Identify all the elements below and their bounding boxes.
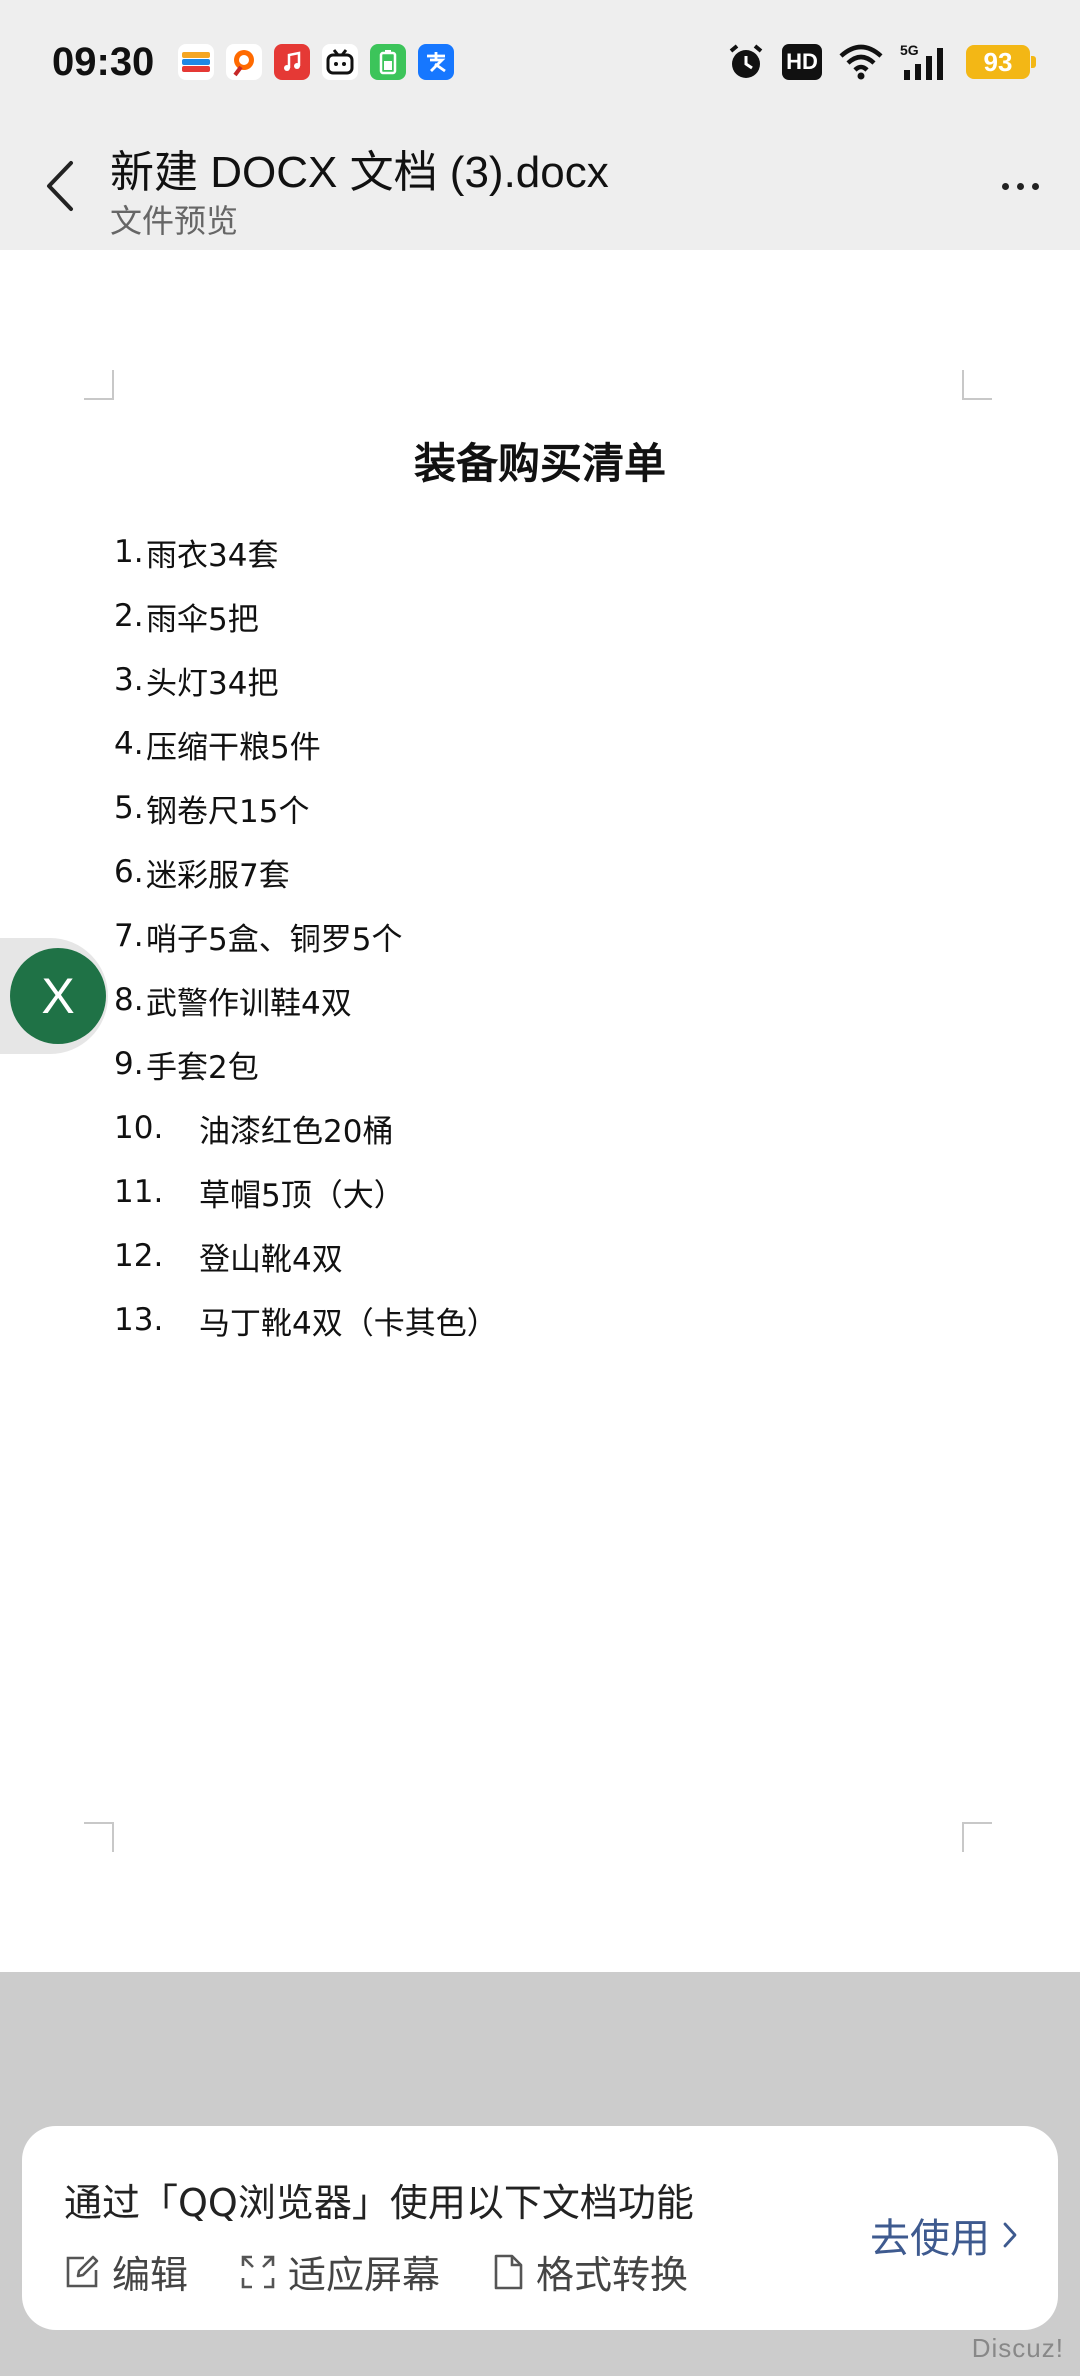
more-dot-icon [1001,182,1009,190]
promo-features: 编辑 适应屏幕 格式转换 [64,2244,740,2299]
page-title: 新建 DOCX 文档 (3).docx [110,148,609,197]
svg-text:5G: 5G [900,42,919,58]
wallet-app-icon [178,44,214,80]
promo-title: 通过「QQ浏览器」使用以下文档功能 [64,2181,694,2225]
feature-label: 格式转换 [536,2253,689,2297]
list-item: 13. 马丁靴4双（卡其色） [114,1288,498,1352]
more-dot-icon [1016,182,1024,190]
chevron-right-icon [1003,2222,1017,2248]
list-item: 5. 钢卷尺15个 [114,776,498,840]
document-heading: 装备购买清单 [413,439,666,488]
status-bar: 09:30 HD 5G 93 [0,0,1080,126]
list-item: 12. 登山靴4双 [114,1224,498,1288]
list-item: 10. 油漆红色20桶 [114,1096,498,1160]
wifi-icon [838,44,884,80]
list-item-number: 12. [114,1238,164,1274]
list-item: 7. 哨子5盒、铜罗5个 [114,904,498,968]
list-item-number: 13. [114,1302,164,1338]
list-item-number: 1. [114,534,144,570]
system-icons: HD 5G 93 [726,40,1036,84]
list-item-number: 7. [114,918,144,954]
list-item-number: 8. [114,982,144,1018]
notification-icons [178,44,454,80]
list-item: 4. 压缩干粮5件 [114,712,498,776]
feature-edit[interactable]: 编辑 [64,2244,188,2299]
list-item-number: 2. [114,598,144,634]
file-convert-icon [494,2254,523,2289]
list-item: 2. 雨伞5把 [114,584,498,648]
list-item-text: 马丁靴4双（卡其色） [199,1305,498,1342]
list-item-number: 4. [114,726,144,762]
list-item-text: 头灯34把 [146,665,279,702]
list-item-text: 登山靴4双 [199,1241,343,1278]
more-options-button[interactable] [990,156,1050,216]
list-item: 8. 武警作训鞋4双 [114,968,498,1032]
feature-label: 适应屏幕 [288,2253,441,2297]
hd-badge: HD [782,44,822,80]
list-item-number: 9. [114,1046,144,1082]
document-page[interactable]: 装备购买清单 1. 雨衣34套 2. 雨伞5把 3. 头灯34把 4. 压缩干粮5件 5… [0,250,1080,1972]
list-item: 9. 手套2包 [114,1032,498,1096]
list-item-text: 雨伞5把 [146,601,259,638]
watermark: Discuz! [971,2333,1064,2363]
go-use-button[interactable]: 去使用 [870,2206,1018,2264]
signal-icon: 5G [900,42,950,82]
chevron-left-icon [47,161,73,211]
bilibili-app-icon [322,44,358,80]
list-item-text: 雨衣34套 [146,537,279,574]
list-item-number: 5. [114,790,144,826]
list-item: 3. 头灯34把 [114,648,498,712]
battery-app-icon [370,44,406,80]
document-list: 1. 雨衣34套 2. 雨伞5把 3. 头灯34把 4. 压缩干粮5件 5. 钢卷尺15个… [114,520,498,1352]
back-button[interactable] [30,152,90,220]
list-item-number: 10. [114,1110,164,1146]
fit-screen-icon [241,2255,275,2288]
list-item-text: 哨子5盒、铜罗5个 [146,921,403,958]
alarm-icon [726,42,766,82]
list-item-number: 6. [114,854,144,890]
music-app-icon [274,44,310,80]
list-item: 11. 草帽5顶（大） [114,1160,498,1224]
list-item-text: 手套2包 [146,1049,259,1086]
more-dot-icon [1031,182,1039,190]
feature-format-convert[interactable]: 格式转换 [492,2244,688,2299]
page-corner-mark [84,370,114,400]
list-item-number: 11. [114,1174,164,1210]
list-item: 6. 迷彩服7套 [114,840,498,904]
page-subtitle: 文件预览 [110,202,239,240]
excel-icon: X [10,948,106,1044]
list-item-text: 草帽5顶（大） [199,1177,405,1214]
list-item-text: 油漆红色20桶 [199,1113,394,1150]
edit-icon [66,2255,99,2287]
page-corner-mark [962,370,992,400]
taobao-app-icon [226,44,262,80]
status-time: 09:30 [52,40,155,84]
list-item-text: 迷彩服7套 [146,857,290,894]
list-item-text: 钢卷尺15个 [146,793,310,830]
battery-indicator: 93 [966,45,1036,79]
qq-browser-promo-card[interactable]: 通过「QQ浏览器」使用以下文档功能 编辑 适应屏幕 格式转换 去使用 [22,2126,1058,2330]
list-item-text: 武警作训鞋4双 [146,985,352,1022]
app-header: 新建 DOCX 文档 (3).docx 文件预览 [0,126,1080,250]
go-use-label: 去使用 [870,2216,990,2262]
feature-fit-screen[interactable]: 适应屏幕 [240,2244,440,2299]
list-item-text: 压缩干粮5件 [146,729,321,766]
feature-label: 编辑 [112,2253,189,2297]
alipay-app-icon [418,44,454,80]
list-item-number: 3. [114,662,144,698]
list-item: 1. 雨衣34套 [114,520,498,584]
page-corner-mark [84,1822,114,1852]
page-corner-mark [962,1822,992,1852]
